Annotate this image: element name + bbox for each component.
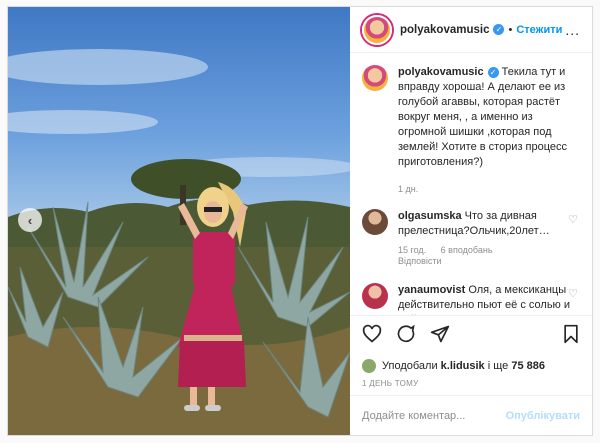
heart-icon[interactable]: ♡: [568, 287, 578, 300]
reply-button[interactable]: Відповісти: [398, 256, 442, 266]
author-avatar[interactable]: [362, 14, 392, 45]
chevron-left-icon[interactable]: ‹: [18, 208, 42, 232]
caption-author[interactable]: polyakovamusic: [398, 66, 484, 78]
post-header: polyakovamusic ✓ • Стежити ...: [350, 7, 592, 53]
caption-text: Текила тут и вправду хороша! А делают ее…: [398, 66, 568, 168]
instagram-post: ‹ polyakovamusic ✓ • Стежити ... polyako…: [7, 6, 593, 436]
comment-author[interactable]: yanaumovist: [398, 284, 465, 296]
paper-plane-icon[interactable]: [430, 324, 450, 349]
comment-row: olgasumska Что за дивная прелестница?Оль…: [362, 209, 580, 267]
publish-button[interactable]: Опублікувати: [506, 410, 580, 422]
liker-avatar[interactable]: [362, 359, 376, 373]
more-options-icon[interactable]: ...: [565, 22, 580, 38]
heart-icon[interactable]: ♡: [568, 213, 578, 226]
liker-username[interactable]: k.lidusik: [441, 360, 485, 372]
likes-count[interactable]: 75 886: [511, 360, 545, 372]
caption-age: 1 дн.: [398, 184, 419, 194]
heart-icon[interactable]: [362, 324, 382, 349]
comments-list[interactable]: polyakovamusic ✓ Текила тут и вправду хор…: [350, 53, 592, 315]
post-actions-bar: [350, 315, 592, 357]
post-side-panel: polyakovamusic ✓ • Стежити ... polyakova…: [350, 7, 592, 435]
likes-prefix: Уподобали: [382, 360, 438, 372]
likes-middle: і ще: [487, 360, 509, 372]
author-username[interactable]: polyakovamusic: [400, 24, 489, 36]
comment-likes-count[interactable]: 6 вподобань: [441, 245, 493, 255]
bookmark-icon[interactable]: [562, 324, 580, 349]
comment-row: yanaumovist Оля, а мексиканцы действител…: [362, 283, 580, 315]
follow-button[interactable]: Стежити: [516, 24, 562, 36]
comment-age: 15 год.: [398, 245, 427, 255]
caption-avatar[interactable]: [362, 65, 388, 91]
photo-scene: [8, 49, 350, 435]
commenter-avatar[interactable]: [362, 283, 388, 309]
caption-row: polyakovamusic ✓ Текила тут и вправду хор…: [362, 65, 580, 195]
comment-bubble-icon[interactable]: [396, 324, 416, 349]
separator-dot: •: [508, 23, 513, 36]
verified-badge-icon: ✓: [493, 24, 505, 35]
post-timestamp[interactable]: 1 ДЕНЬ ТОМУ: [350, 375, 592, 395]
likes-summary: Уподобали k.lidusik і ще 75 886: [350, 357, 592, 375]
verified-badge-icon: ✓: [487, 67, 499, 78]
commenter-avatar[interactable]: [362, 209, 388, 235]
comment-author[interactable]: olgasumska: [398, 210, 462, 222]
comment-input[interactable]: [362, 409, 506, 422]
post-photo[interactable]: ‹: [8, 7, 350, 435]
add-comment-bar: Опублікувати: [350, 395, 592, 435]
